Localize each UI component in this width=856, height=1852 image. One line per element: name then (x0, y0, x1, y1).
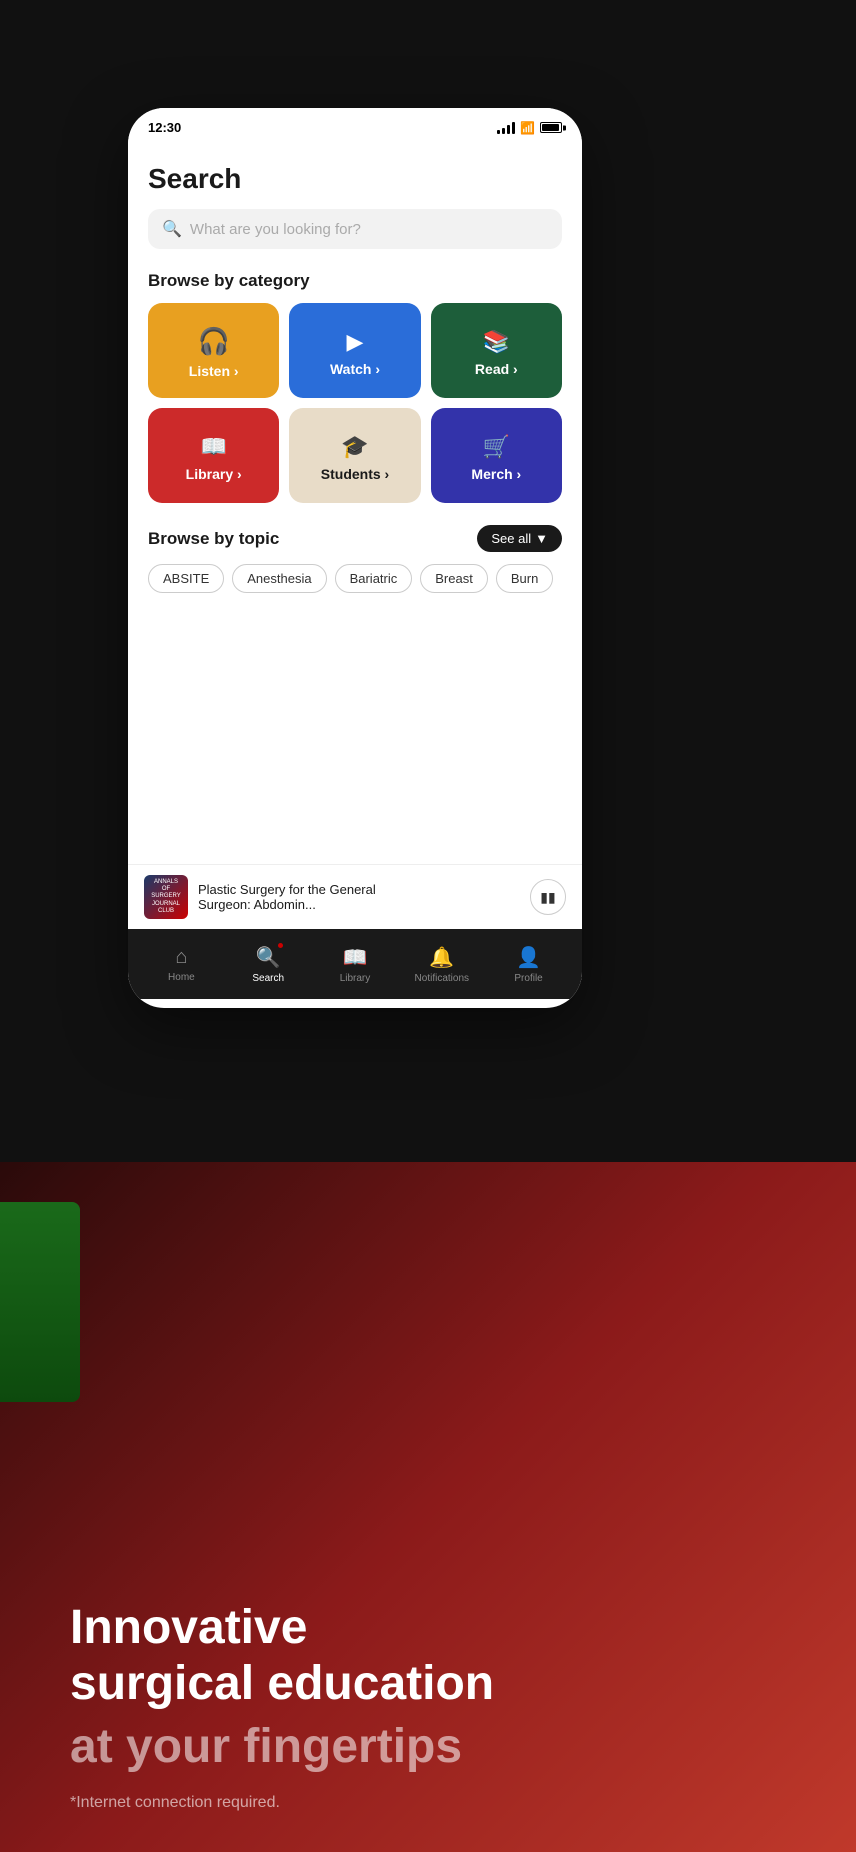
chip-breast[interactable]: Breast (420, 564, 488, 593)
category-grid: 🎧 Listen › ▶ Watch › 📚 Read › 📖 Library … (148, 303, 562, 503)
watch-label: Watch › (330, 361, 380, 377)
np-left: ANNALSOFSURGERYJOURNALCLUB Plastic Surge… (144, 875, 398, 919)
np-pause-button[interactable]: ▮▮ (530, 879, 566, 915)
category-card-merch[interactable]: 🛒 Merch › (431, 408, 562, 503)
nav-label-search: Search (252, 973, 284, 984)
merch-label: Merch › (471, 466, 521, 482)
search-icon: 🔍 (162, 219, 182, 239)
students-icon: 🎓 (341, 434, 368, 460)
status-icons: 📶 (497, 121, 562, 135)
home-icon: ⌂ (175, 946, 187, 968)
status-bar: 12:30 📶 (128, 108, 582, 143)
marketing-image (0, 1202, 80, 1402)
nav-item-home[interactable]: ⌂ Home (151, 946, 211, 983)
chip-absite[interactable]: ABSITE (148, 564, 224, 593)
notifications-icon-wrap: 🔔 (429, 945, 454, 970)
chip-anesthesia[interactable]: Anesthesia (232, 564, 326, 593)
topic-header: Browse by topic See all ▼ (148, 525, 562, 552)
nav-label-home: Home (168, 972, 195, 983)
category-card-students[interactable]: 🎓 Students › (289, 408, 420, 503)
bottom-nav: ⌂ Home 🔍 Search 📖 Library 🔔 (128, 929, 582, 999)
read-icon: 📚 (483, 329, 510, 355)
search-nav-icon: 🔍 (256, 947, 281, 969)
battery-icon (540, 122, 562, 133)
category-card-read[interactable]: 📚 Read › (431, 303, 562, 398)
marketing-section: Innovative surgical education at your fi… (0, 1162, 856, 1852)
home-icon-wrap: ⌂ (175, 946, 187, 969)
library-label: Library › (186, 466, 242, 482)
chevron-down-icon: ▼ (535, 531, 548, 546)
nav-label-notifications: Notifications (415, 973, 469, 984)
marketing-line1: Innovative surgical education (70, 1600, 786, 1710)
see-all-label: See all (491, 531, 531, 546)
np-thumbnail: ANNALSOFSURGERYJOURNALCLUB (144, 875, 188, 919)
nav-label-profile: Profile (514, 973, 542, 984)
category-card-listen[interactable]: 🎧 Listen › (148, 303, 279, 398)
students-label: Students › (321, 466, 389, 482)
marketing-line3: at your fingertips (70, 1719, 786, 1774)
status-time: 12:30 (148, 120, 181, 135)
chip-bariatric[interactable]: Bariatric (335, 564, 413, 593)
np-title: Plastic Surgery for the General Surgeon:… (198, 882, 398, 912)
nav-label-library: Library (340, 973, 371, 984)
merch-icon: 🛒 (483, 434, 510, 460)
page-title: Search (148, 163, 562, 195)
see-all-button[interactable]: See all ▼ (477, 525, 562, 552)
library-nav-icon: 📖 (343, 947, 368, 969)
library-icon-wrap: 📖 (343, 945, 368, 970)
app-content: Search 🔍 What are you looking for? Brows… (128, 143, 582, 999)
nav-item-search[interactable]: 🔍 Search (238, 945, 298, 984)
search-icon-wrap: 🔍 (256, 945, 281, 970)
library-icon: 📖 (200, 434, 227, 460)
wifi-icon: 📶 (520, 121, 535, 135)
search-bar[interactable]: 🔍 What are you looking for? (148, 209, 562, 249)
listen-label: Listen › (189, 363, 239, 379)
nav-item-notifications[interactable]: 🔔 Notifications (412, 945, 472, 984)
browse-topic-section: Browse by topic See all ▼ ABSITE Anesthe… (148, 525, 562, 593)
read-label: Read › (475, 361, 518, 377)
nav-item-profile[interactable]: 👤 Profile (499, 945, 559, 984)
notifications-icon: 🔔 (429, 947, 454, 969)
watch-icon: ▶ (347, 329, 364, 355)
listen-icon: 🎧 (197, 326, 229, 357)
scroll-area: Search 🔍 What are you looking for? Brows… (128, 143, 582, 929)
signal-icon (497, 122, 515, 134)
search-placeholder: What are you looking for? (190, 221, 361, 238)
chip-burn[interactable]: Burn (496, 564, 553, 593)
topic-chips: ABSITE Anesthesia Bariatric Breast Burn (148, 564, 562, 593)
nav-item-library[interactable]: 📖 Library (325, 945, 385, 984)
phone-frame: 12:30 📶 Search 🔍 What are you looking fo… (128, 108, 582, 1008)
category-card-watch[interactable]: ▶ Watch › (289, 303, 420, 398)
browse-category-title: Browse by category (148, 271, 562, 291)
category-card-library[interactable]: 📖 Library › (148, 408, 279, 503)
profile-icon: 👤 (516, 947, 541, 969)
browse-topic-title: Browse by topic (148, 529, 279, 549)
profile-icon-wrap: 👤 (516, 945, 541, 970)
search-active-dot (278, 943, 283, 948)
now-playing-bar[interactable]: ANNALSOFSURGERYJOURNALCLUB Plastic Surge… (128, 864, 582, 929)
marketing-footnote: *Internet connection required. (70, 1794, 786, 1812)
